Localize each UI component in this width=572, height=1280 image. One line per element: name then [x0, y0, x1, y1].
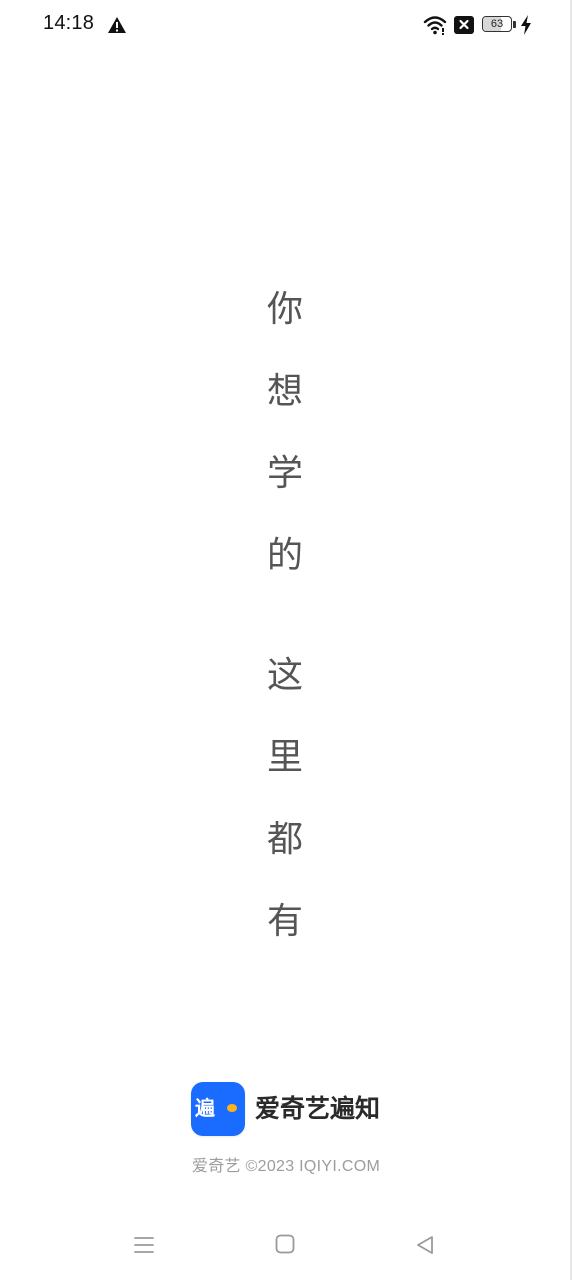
app-logo-accent: [227, 1104, 237, 1112]
close-box-icon: [454, 16, 474, 34]
copyright-text: 爱奇艺 ©2023 IQIYI.COM: [191, 1158, 381, 1175]
warning-icon: [108, 17, 126, 33]
status-time: 14:18: [43, 12, 95, 34]
wifi-icon: [423, 16, 447, 35]
slogan-char: 想: [266, 371, 303, 412]
status-bar: 14:18 63: [0, 0, 572, 52]
battery-level: 63: [490, 18, 504, 30]
charging-bolt-icon: [521, 15, 531, 35]
battery-icon: 63: [482, 16, 516, 34]
app-logo-text: 遍: [195, 1096, 215, 1120]
app-logo: 遍: [191, 1082, 245, 1136]
brand-name: 爱奇艺遍知: [255, 1094, 381, 1123]
navigation-bar: [0, 1220, 572, 1270]
menu-icon[interactable]: [133, 1234, 155, 1256]
slogan-char: 都: [266, 819, 303, 860]
home-icon[interactable]: [275, 1234, 295, 1254]
brand: 遍 爱奇艺遍知: [191, 1082, 391, 1136]
back-icon[interactable]: [414, 1234, 436, 1256]
slogan-char: 这: [266, 655, 303, 696]
slogan-char: 有: [266, 901, 303, 942]
slogan-char: 的: [266, 535, 303, 576]
slogan-char: 里: [266, 737, 303, 778]
slogan-char: 学: [266, 453, 303, 494]
slogan-char: 你: [266, 289, 303, 330]
